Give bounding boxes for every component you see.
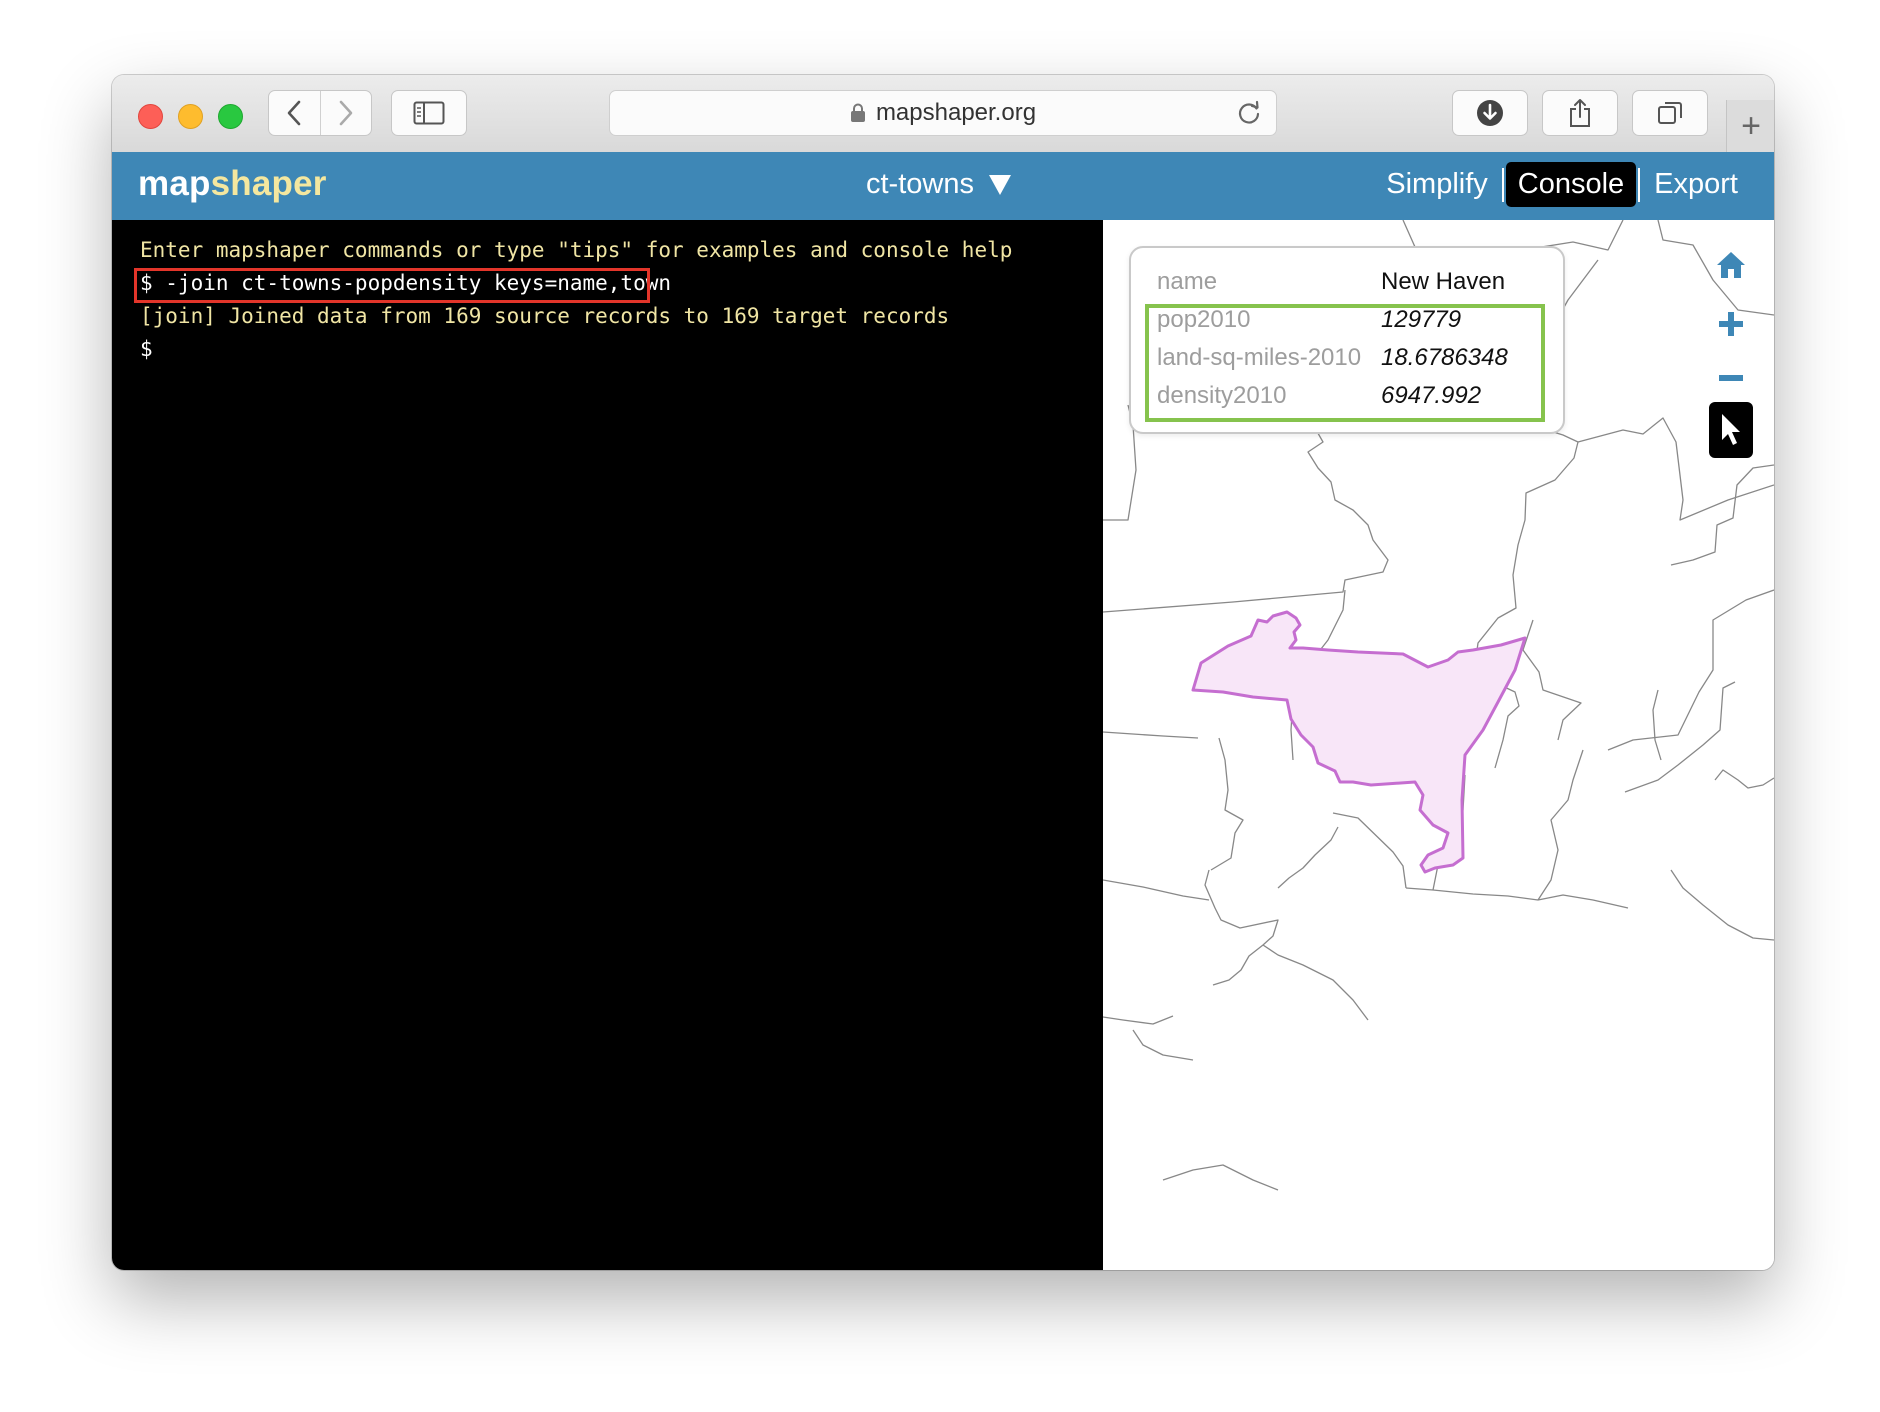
field-value: New Haven — [1381, 268, 1506, 295]
sidebar-icon — [413, 101, 445, 125]
zoom-out-icon — [1719, 375, 1743, 381]
town-boundary — [1277, 826, 1339, 889]
zoom-out-button[interactable] — [1711, 358, 1751, 398]
field-name: density2010 — [1157, 382, 1287, 409]
map-panel[interactable]: name New Haven pop2010 129779 land-sq-mi… — [1103, 220, 1774, 1270]
lock-icon — [850, 103, 865, 122]
console-prompt[interactable]: $ — [140, 337, 153, 361]
town-boundary — [1670, 869, 1774, 941]
town-boundary — [1670, 464, 1774, 566]
tabs-icon — [1658, 102, 1682, 124]
town-boundary — [1103, 1015, 1174, 1025]
town-boundary — [1607, 589, 1774, 751]
zoom-in-button[interactable] — [1711, 304, 1751, 344]
home-button[interactable] — [1711, 245, 1751, 285]
town-boundary — [1103, 731, 1199, 739]
app-header: mapshaper ct-towns Simplify Console Expo… — [112, 152, 1774, 220]
field-value: 18.6786348 — [1381, 344, 1508, 371]
mapshaper-logo: mapshaper — [138, 164, 327, 204]
console-help-line: Enter mapshaper commands or type "tips" … — [140, 238, 1013, 262]
simplify-button[interactable]: Simplify — [1374, 162, 1500, 207]
town-boundary — [1210, 737, 1244, 871]
layer-name: ct-towns — [866, 168, 974, 200]
show-tabs-button[interactable] — [1632, 90, 1708, 136]
sidebar-button[interactable] — [391, 90, 467, 136]
command-highlight-box — [134, 268, 650, 303]
share-button[interactable] — [1542, 90, 1618, 136]
town-boundary — [1405, 887, 1629, 909]
home-icon — [1717, 252, 1745, 278]
new-haven-selected-town[interactable] — [1191, 610, 1527, 874]
town-boundary — [1162, 1164, 1279, 1191]
console-button[interactable]: Console — [1505, 162, 1637, 207]
town-boundary — [1204, 869, 1279, 986]
reload-icon[interactable] — [1236, 100, 1262, 126]
address-bar[interactable]: mapshaper.org — [609, 90, 1277, 136]
export-button[interactable]: Export — [1642, 162, 1750, 207]
town-boundary — [1522, 619, 1582, 741]
share-icon — [1570, 99, 1590, 127]
browser-window: mapshaper.org + mapshaper ct-towns Simpl… — [112, 75, 1774, 1270]
town-boundary — [1652, 689, 1662, 761]
town-boundary — [1332, 812, 1407, 889]
pointer-icon — [1722, 414, 1740, 445]
download-icon — [1477, 100, 1503, 126]
console-panel[interactable]: Enter mapshaper commands or type "tips" … — [112, 220, 1103, 1270]
plus-icon: + — [1741, 106, 1761, 145]
url-text: mapshaper.org — [875, 99, 1037, 126]
field-value: 6947.992 — [1381, 382, 1482, 409]
town-boundary — [1262, 944, 1369, 1021]
close-window-button[interactable] — [138, 104, 163, 129]
zoom-window-button[interactable] — [218, 104, 243, 129]
chevron-left-icon — [287, 100, 301, 126]
chevron-right-icon — [339, 100, 353, 126]
field-value: 129779 — [1381, 306, 1462, 333]
field-name: pop2010 — [1157, 306, 1251, 333]
triangle-down-icon — [988, 174, 1011, 195]
layer-menu-button[interactable]: ct-towns — [866, 168, 1012, 201]
town-boundary — [1714, 769, 1774, 789]
town-boundary — [1537, 749, 1584, 901]
new-tab-button[interactable]: + — [1726, 100, 1774, 152]
downloads-button[interactable] — [1452, 90, 1528, 136]
field-name: land-sq-miles-2010 — [1157, 344, 1362, 371]
feature-info-popup: name New Haven pop2010 129779 land-sq-mi… — [1129, 246, 1565, 434]
town-boundary — [1132, 1029, 1194, 1061]
browser-toolbar: mapshaper.org + — [112, 75, 1774, 153]
nav-divider — [1638, 167, 1641, 202]
history-nav-group — [268, 90, 372, 136]
logo-text-map: map — [138, 164, 211, 203]
console-output-line: [join] Joined data from 169 source recor… — [140, 304, 950, 328]
zoom-in-icon — [1719, 312, 1743, 336]
back-button[interactable] — [269, 91, 320, 135]
main-nav: Simplify Console Export — [1374, 162, 1750, 207]
town-boundary — [1103, 879, 1210, 901]
nav-divider — [1501, 167, 1504, 202]
forward-button[interactable] — [319, 91, 372, 135]
field-name: name — [1157, 268, 1218, 295]
logo-text-shaper: shaper — [210, 164, 327, 203]
minimize-window-button[interactable] — [178, 104, 203, 129]
pointer-tool-button[interactable] — [1709, 402, 1753, 458]
